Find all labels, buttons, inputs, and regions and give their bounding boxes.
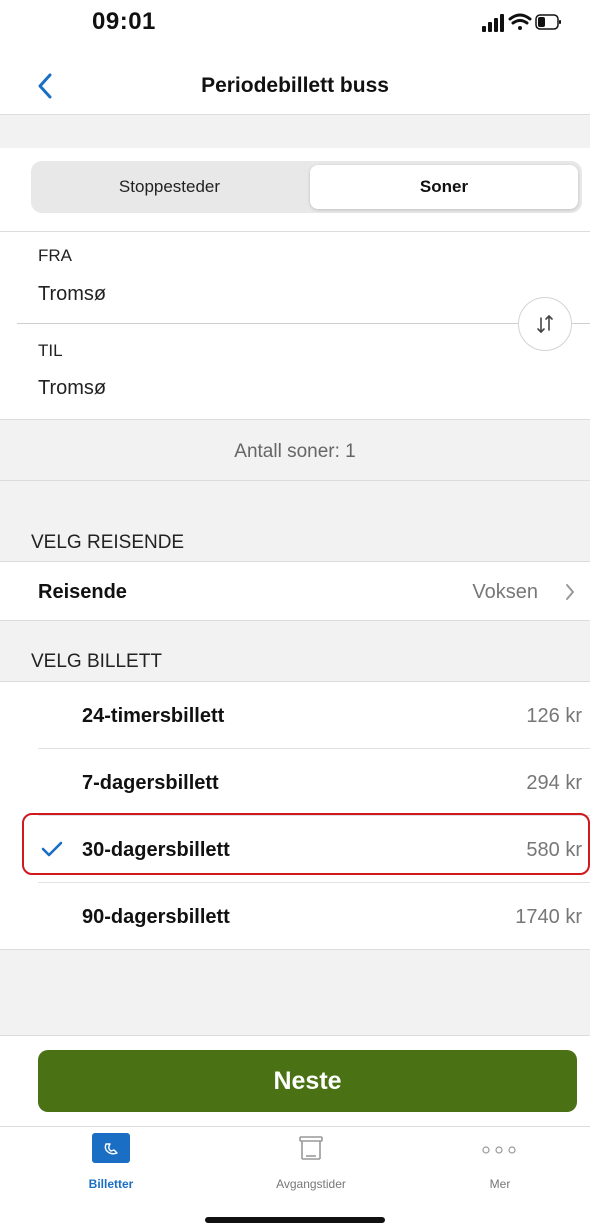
from-label: FRA [38,246,72,265]
checkmark-icon [41,841,63,857]
spacer-band [0,115,590,148]
status-icons [482,13,561,32]
ticket-price: 126 kr [526,705,582,727]
divider [0,1035,590,1036]
from-field[interactable]: Tromsø [38,283,106,306]
zone-count: Antall soner: 1 [234,441,356,462]
ticket-row-selected[interactable]: 30-dagersbillett 580 kr [0,816,590,882]
battery-icon [535,14,561,30]
chevron-right-icon [566,584,574,600]
swap-arrows-icon [537,315,553,333]
next-button[interactable]: Neste [38,1050,577,1112]
more-icon [482,1146,516,1154]
section-title-traveller: VELG REISENDE [31,532,185,553]
bottom-band [0,950,590,1035]
ticket-row[interactable]: 7-dagersbillett 294 kr [0,749,590,815]
segment-stoppesteder[interactable]: Stoppesteder [35,165,304,209]
traveller-label: Reisende [38,581,127,603]
ticket-icon [92,1133,130,1163]
wifi-icon [508,13,532,30]
divider [17,323,590,324]
ticket-label: 90-dagersbillett [82,906,230,928]
signal-icon [482,14,504,32]
ticket-row[interactable]: 24-timersbillett 126 kr [0,682,590,748]
ticket-label: 30-dagersbillett [82,839,230,861]
tab-label: Billetter [88,1177,134,1191]
to-label: TIL [38,341,63,360]
segmented-control: Stoppesteder Soner [31,161,582,213]
traveller-row[interactable]: Reisende Voksen [0,562,590,620]
divider [0,1126,590,1127]
bus-stop-icon [299,1136,323,1160]
divider [0,231,590,232]
segment-soner[interactable]: Soner [310,165,578,209]
swap-button[interactable] [518,297,572,351]
tab-label: Mer [489,1177,511,1191]
ticket-price: 294 kr [526,772,582,794]
home-indicator [205,1217,385,1223]
status-time: 09:01 [92,8,156,35]
ticket-price: 1740 kr [515,906,582,928]
traveller-value: Voksen [472,581,538,603]
ticket-price: 580 kr [526,839,582,861]
to-field[interactable]: Tromsø [38,377,106,400]
tab-label: Avgangstider [276,1177,346,1191]
section-title-tickets: VELG BILLETT [31,651,162,672]
ticket-row[interactable]: 90-dagersbillett 1740 kr [0,883,590,949]
page-title: Periodebillett buss [201,74,389,97]
ticket-label: 24-timersbillett [82,705,225,727]
ticket-label: 7-dagersbillett [82,772,219,794]
